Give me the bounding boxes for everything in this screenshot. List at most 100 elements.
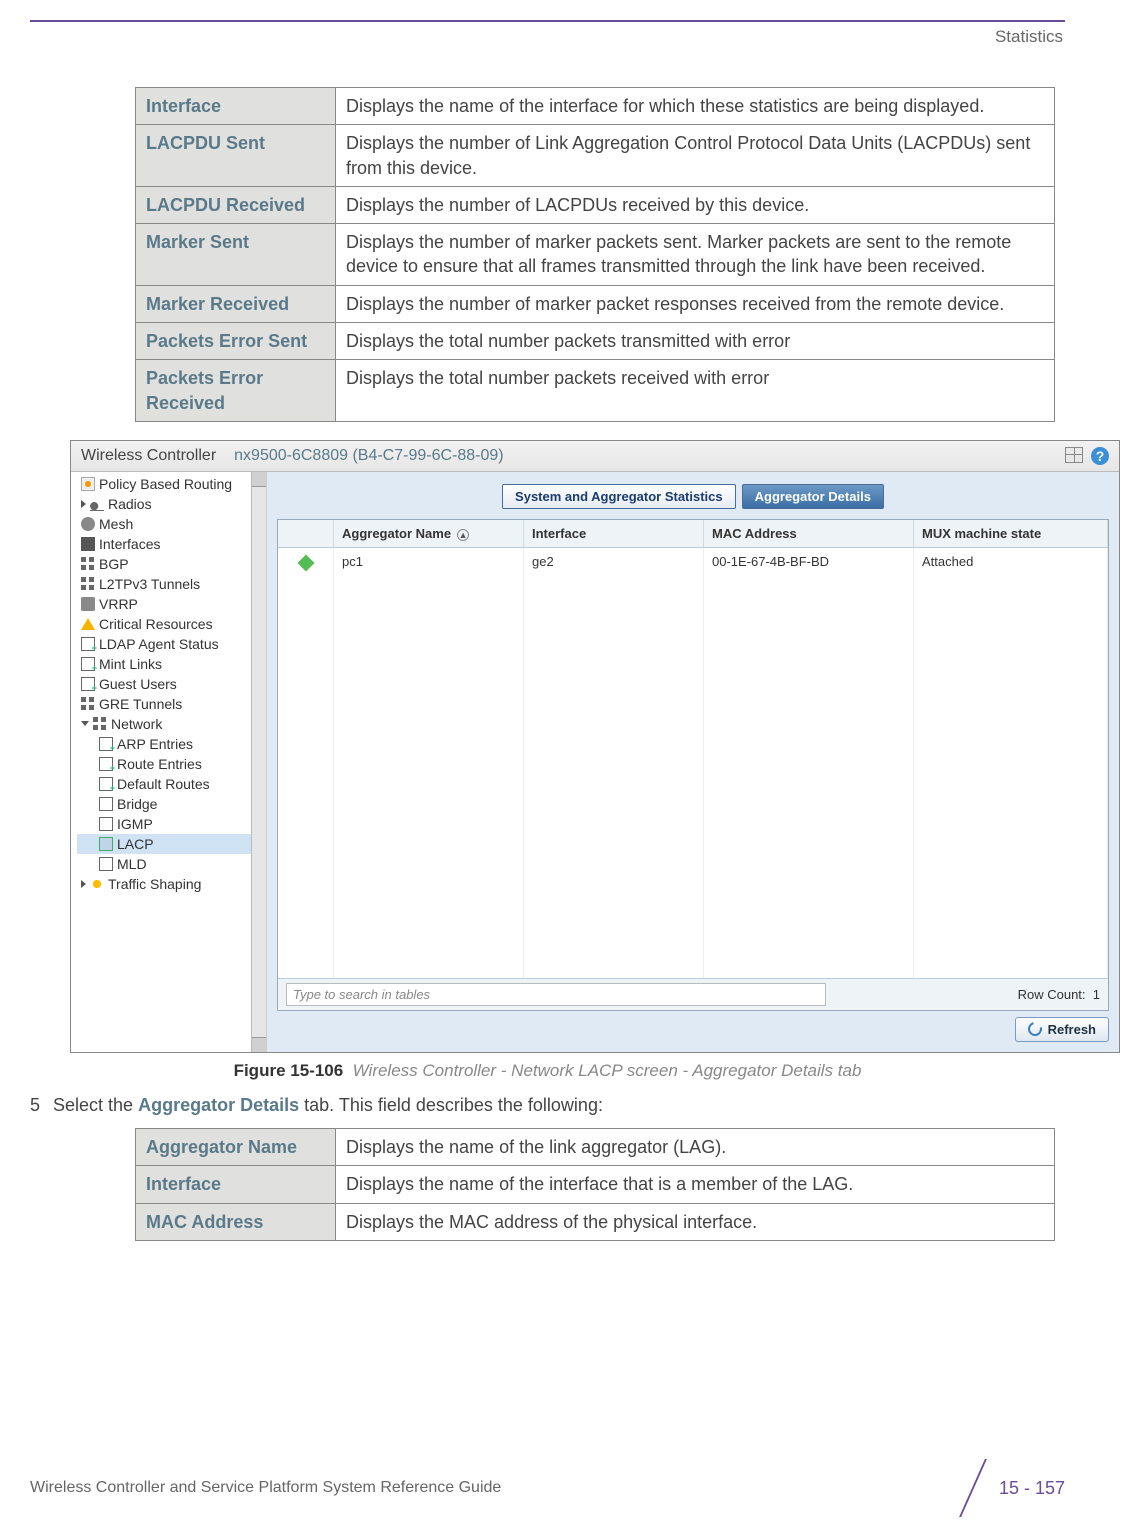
- grid-row[interactable]: pc1 ge2 00-1E-67-4B-BF-BD Attached: [278, 548, 1108, 978]
- sidebar-item[interactable]: ARP Entries: [77, 734, 266, 754]
- col-mac[interactable]: MAC Address: [704, 520, 914, 547]
- sidebar-item[interactable]: Default Routes: [77, 774, 266, 794]
- traffic-shaping-icon: [90, 877, 104, 891]
- data-grid: Aggregator Name▲ Interface MAC Address M…: [277, 519, 1109, 1011]
- field-label: LACPDU Sent: [136, 125, 336, 187]
- section-title: Statistics: [30, 27, 1065, 47]
- help-icon[interactable]: ?: [1091, 447, 1109, 465]
- sidebar-item[interactable]: GRE Tunnels: [77, 694, 266, 714]
- vrrp-icon: [81, 597, 95, 611]
- sidebar-item[interactable]: Bridge: [77, 794, 266, 814]
- sidebar-item[interactable]: MLD: [77, 854, 266, 874]
- sort-icon[interactable]: ▲: [457, 529, 469, 541]
- table-row: Packets Error ReceivedDisplays the total…: [136, 360, 1055, 422]
- sidebar-item[interactable]: Route Entries: [77, 754, 266, 774]
- field-label: Interface: [136, 88, 336, 125]
- table-row: Marker SentDisplays the number of marker…: [136, 224, 1055, 286]
- sidebar-item[interactable]: BGP: [77, 554, 266, 574]
- step-5: 5 Select the Aggregator Details tab. Thi…: [30, 1095, 1065, 1116]
- mld-icon: [99, 857, 113, 871]
- cell-aggregator-name: pc1: [334, 548, 524, 978]
- field-description-table-1: InterfaceDisplays the name of the interf…: [135, 87, 1055, 422]
- cell-interface: ge2: [524, 548, 704, 978]
- table-row: LACPDU SentDisplays the number of Link A…: [136, 125, 1055, 187]
- sidebar-item[interactable]: IGMP: [77, 814, 266, 834]
- field-desc: Displays the number of LACPDUs received …: [336, 186, 1055, 223]
- sidebar-item[interactable]: Policy Based Routing: [77, 474, 266, 494]
- field-desc: Displays the number of marker packet res…: [336, 285, 1055, 322]
- igmp-icon: [99, 817, 113, 831]
- field-label: Packets Error Received: [136, 360, 336, 422]
- col-aggregator-name[interactable]: Aggregator Name▲: [334, 520, 524, 547]
- refresh-button[interactable]: Refresh: [1015, 1017, 1109, 1042]
- sidebar-item[interactable]: Network: [77, 714, 266, 734]
- window-titlebar: Wireless Controller nx9500-6C8809 (B4-C7…: [71, 441, 1119, 472]
- page-number: 15 - 157: [999, 1478, 1065, 1499]
- table-row: InterfaceDisplays the name of the interf…: [136, 88, 1055, 125]
- tab-aggregator-details[interactable]: Aggregator Details: [742, 484, 884, 509]
- table-row: Aggregator NameDisplays the name of the …: [136, 1128, 1055, 1165]
- sidebar-item[interactable]: VRRP: [77, 594, 266, 614]
- field-label: Marker Received: [136, 285, 336, 322]
- page-footer: Wireless Controller and Service Platform…: [30, 1463, 1065, 1513]
- col-mux[interactable]: MUX machine state: [914, 520, 1108, 547]
- ldap-icon: [81, 637, 95, 651]
- field-desc: Displays the MAC address of the physical…: [336, 1203, 1055, 1240]
- cell-mux: Attached: [914, 548, 1108, 978]
- sidebar-item[interactable]: Guest Users: [77, 674, 266, 694]
- grid-view-icon[interactable]: [1065, 447, 1083, 463]
- field-label: MAC Address: [136, 1203, 336, 1240]
- radio-icon: [90, 497, 104, 511]
- table-row: InterfaceDisplays the name of the interf…: [136, 1166, 1055, 1203]
- status-icon: [297, 554, 314, 571]
- route-icon: [81, 477, 95, 491]
- sidebar-item[interactable]: LDAP Agent Status: [77, 634, 266, 654]
- tab-system-aggregator[interactable]: System and Aggregator Statistics: [502, 484, 736, 509]
- app-title: Wireless Controller: [81, 447, 216, 465]
- sidebar-item[interactable]: Mint Links: [77, 654, 266, 674]
- field-label: Marker Sent: [136, 224, 336, 286]
- header-rule: [30, 20, 1065, 22]
- search-input[interactable]: Type to search in tables: [286, 983, 826, 1006]
- sidebar-item[interactable]: Traffic Shaping: [77, 874, 266, 894]
- network-icon: [93, 717, 107, 731]
- figure-screenshot: Wireless Controller nx9500-6C8809 (B4-C7…: [70, 440, 1065, 1053]
- sidebar-item[interactable]: Critical Resources: [77, 614, 266, 634]
- table-row: Packets Error SentDisplays the total num…: [136, 323, 1055, 360]
- col-status[interactable]: [278, 520, 334, 547]
- table-row: Marker ReceivedDisplays the number of ma…: [136, 285, 1055, 322]
- sidebar-item[interactable]: Interfaces: [77, 534, 266, 554]
- field-desc: Displays the total number packets transm…: [336, 323, 1055, 360]
- field-label: Interface: [136, 1166, 336, 1203]
- warning-icon: [81, 618, 95, 630]
- field-desc: Displays the name of the interface for w…: [336, 88, 1055, 125]
- sidebar-item-lacp[interactable]: LACP: [77, 834, 266, 854]
- main-panel: System and Aggregator Statistics Aggrega…: [267, 472, 1119, 1052]
- tunnel-icon: [81, 577, 95, 591]
- interface-icon: [81, 537, 95, 551]
- scrollbar[interactable]: [251, 472, 266, 1052]
- refresh-icon: [1025, 1020, 1044, 1039]
- lacp-icon: [99, 837, 113, 851]
- sidebar-item[interactable]: L2TPv3 Tunnels: [77, 574, 266, 594]
- collapse-icon: [81, 721, 89, 726]
- expand-icon: [81, 500, 86, 508]
- doc-title: Wireless Controller and Service Platform…: [30, 1479, 501, 1497]
- mesh-icon: [81, 517, 95, 531]
- cell-mac: 00-1E-67-4B-BF-BD: [704, 548, 914, 978]
- sidebar-item[interactable]: Radios: [77, 494, 266, 514]
- bgp-icon: [81, 557, 95, 571]
- default-routes-icon: [99, 777, 113, 791]
- route-entries-icon: [99, 757, 113, 771]
- col-interface[interactable]: Interface: [524, 520, 704, 547]
- footer-divider: [957, 1463, 987, 1513]
- field-desc: Displays the name of the link aggregator…: [336, 1128, 1055, 1165]
- table-row: LACPDU ReceivedDisplays the number of LA…: [136, 186, 1055, 223]
- arp-icon: [99, 737, 113, 751]
- row-count: Row Count: 1: [1018, 987, 1100, 1002]
- mint-icon: [81, 657, 95, 671]
- sidebar-item[interactable]: Mesh: [77, 514, 266, 534]
- field-label: LACPDU Received: [136, 186, 336, 223]
- figure-caption: Figure 15-106 Wireless Controller - Netw…: [30, 1061, 1065, 1081]
- field-desc: Displays the number of marker packets se…: [336, 224, 1055, 286]
